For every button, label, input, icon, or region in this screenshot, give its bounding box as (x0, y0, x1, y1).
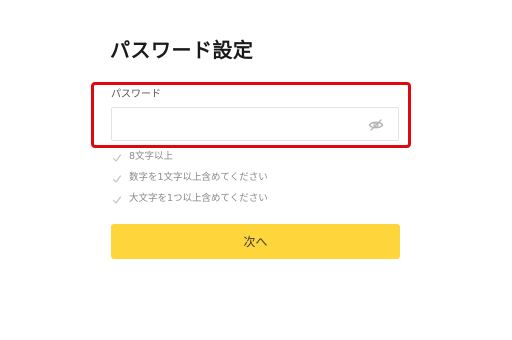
password-rule-text: 数字を1文字以上含めてください (129, 172, 268, 183)
password-setup-page: パスワード設定 パスワード 8文字以上 数字を1文字以上含めてください 大文字を… (0, 0, 512, 340)
password-label: パスワード (111, 89, 161, 100)
check-icon (112, 194, 122, 204)
eye-slash-icon[interactable] (368, 117, 384, 131)
password-input[interactable] (111, 107, 399, 141)
password-rule-text: 大文字を1つ以上含めてください (129, 193, 268, 204)
check-icon (112, 173, 122, 183)
check-icon (112, 152, 122, 162)
password-rule-text: 8文字以上 (129, 151, 174, 162)
page-title: パスワード設定 (110, 38, 254, 62)
next-button[interactable]: 次へ (111, 224, 400, 259)
